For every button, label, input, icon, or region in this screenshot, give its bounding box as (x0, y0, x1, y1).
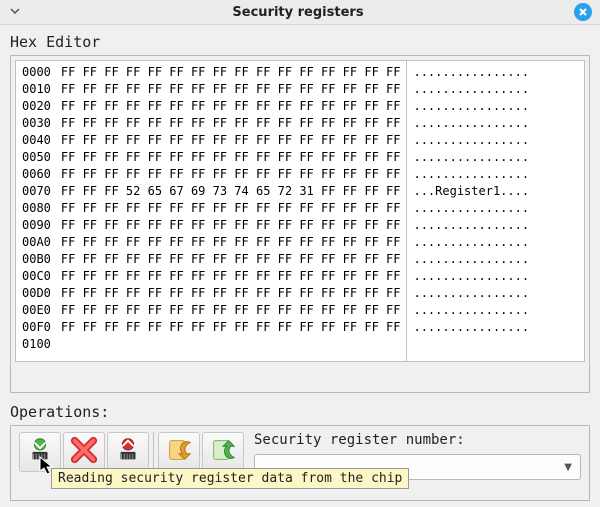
export-icon (208, 435, 238, 469)
hex-editor-frame: 0000 0010 0020 0030 0040 0050 0060 0070 … (10, 55, 590, 393)
export-button[interactable] (202, 432, 244, 472)
hex-editor-label: Hex Editor (10, 33, 590, 51)
import-icon (164, 435, 194, 469)
security-registers-window: Security registers Hex Editor 0000 0010 … (0, 0, 600, 507)
import-button[interactable] (158, 432, 200, 472)
hex-ascii-column[interactable]: ................ ................ ......… (406, 61, 535, 361)
erase-x-icon (69, 435, 99, 469)
titlebar: Security registers (0, 0, 600, 25)
window-title: Security registers (22, 5, 574, 20)
operations-frame: Security register number: ▼ Reading secu… (10, 425, 590, 501)
operations-label: Operations: (10, 403, 590, 421)
hex-blank-area (535, 61, 584, 361)
register-number-label: Security register number: (254, 432, 581, 448)
tooltip: Reading security register data from the … (51, 468, 409, 489)
write-chip-icon (113, 435, 143, 469)
toolbar-separator (153, 432, 154, 472)
hex-editor-grid[interactable]: 0000 0010 0020 0030 0040 0050 0060 0070 … (15, 60, 585, 362)
write-button[interactable] (107, 432, 149, 472)
content-area: Hex Editor 0000 0010 0020 0030 0040 0050… (0, 25, 600, 507)
mouse-cursor-icon (39, 456, 55, 480)
hex-bytes-column[interactable]: FF FF FF FF FF FF FF FF FF FF FF FF FF F… (55, 61, 407, 361)
chevron-down-icon: ▼ (564, 462, 572, 473)
hex-offset-column: 0000 0010 0020 0030 0040 0050 0060 0070 … (16, 61, 55, 361)
close-button[interactable] (574, 3, 592, 21)
window-menu-icon[interactable] (8, 5, 22, 19)
erase-button[interactable] (63, 432, 105, 472)
